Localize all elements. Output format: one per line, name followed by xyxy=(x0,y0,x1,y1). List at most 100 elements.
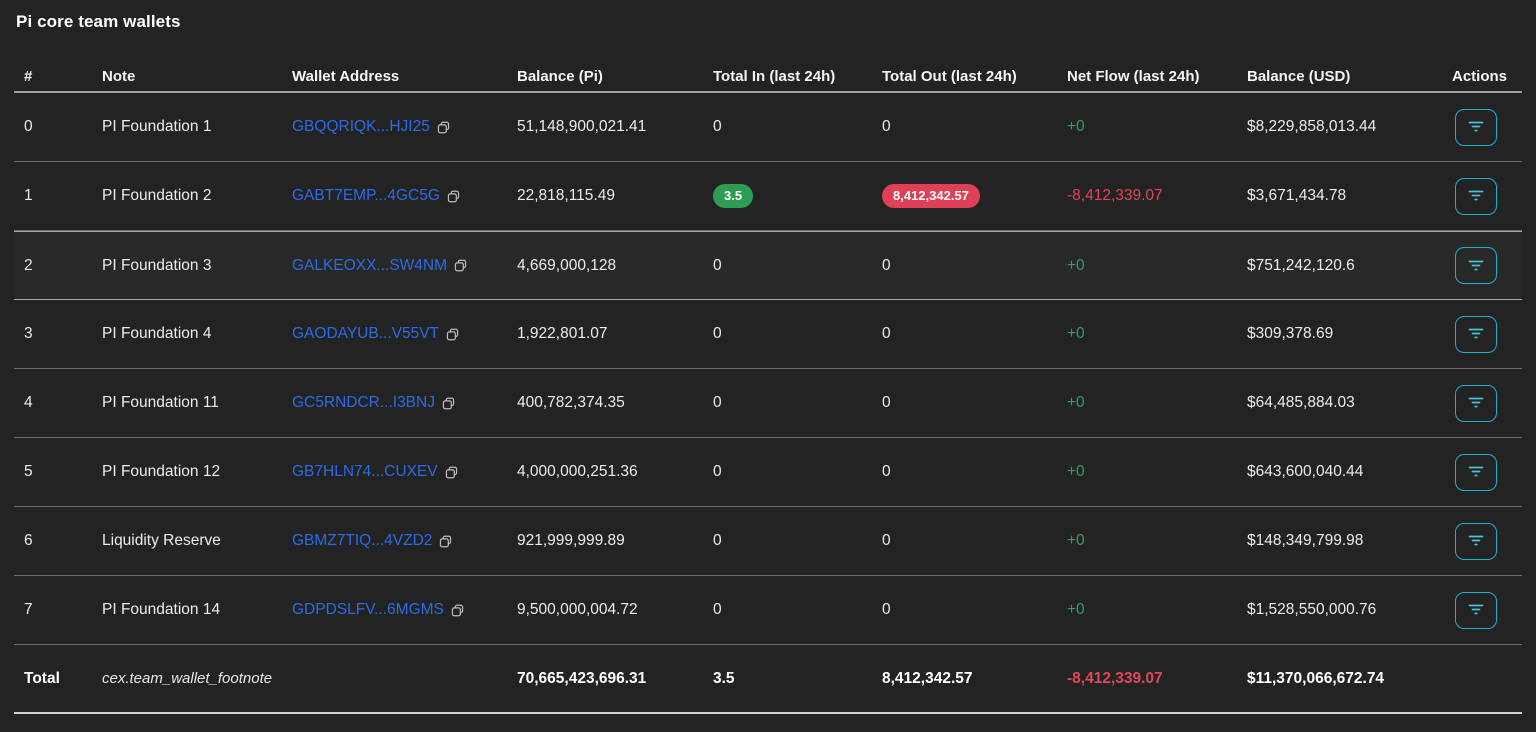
copy-address-button[interactable] xyxy=(438,534,453,549)
total-out-value: 0 xyxy=(882,256,891,274)
cell-net-flow: +0 xyxy=(1057,231,1237,300)
wallet-note: PI Foundation 12 xyxy=(102,463,221,480)
wallet-address-link[interactable]: GBMZ7TIQ...4VZD2 xyxy=(292,532,432,550)
wallet-address-link[interactable]: GC5RNDCR...I3BNJ xyxy=(292,394,435,412)
copy-address-button[interactable] xyxy=(444,465,459,480)
total-in-value: 3.5 xyxy=(713,184,754,208)
table-row: 4 PI Foundation 11 GC5RNDCR...I3BNJ 400,… xyxy=(14,369,1522,438)
column-header-balance-usd: Balance (USD) xyxy=(1237,61,1442,93)
row-index: 4 xyxy=(24,394,33,411)
wallet-note: PI Foundation 2 xyxy=(102,187,212,204)
balance-usd-value: $751,242,120.6 xyxy=(1247,256,1355,274)
balance-pi-value: 4,669,000,128 xyxy=(517,256,617,274)
wallet-actions-button[interactable] xyxy=(1455,247,1497,284)
cell-note: PI Foundation 4 xyxy=(92,300,282,369)
cell-wallet: GALKEOXX...SW4NM xyxy=(282,231,507,300)
copy-icon xyxy=(447,190,460,202)
copy-address-button[interactable] xyxy=(453,258,468,273)
cell-actions xyxy=(1442,369,1522,438)
total-balance-pi: 70,665,423,696.31 xyxy=(507,645,703,714)
balance-usd-value: $643,600,040.44 xyxy=(1247,463,1364,480)
filter-icon xyxy=(1468,397,1484,408)
balance-usd-value: $3,671,434.78 xyxy=(1247,187,1347,204)
cell-balance-pi: 1,922,801.07 xyxy=(507,300,703,369)
copy-address-button[interactable] xyxy=(450,603,465,618)
table-header-row: # Note Wallet Address Balance (Pi) Total… xyxy=(14,61,1522,93)
wallet-actions-button[interactable] xyxy=(1455,522,1497,560)
wallet-address-link[interactable]: GDPDSLFV...6MGMS xyxy=(292,601,444,619)
cell-note: PI Foundation 14 xyxy=(92,576,282,645)
cell-index: 0 xyxy=(14,93,92,162)
cell-balance-usd: $309,378.69 xyxy=(1237,300,1442,369)
wallet-actions-button[interactable] xyxy=(1455,108,1497,146)
copy-icon xyxy=(440,535,452,547)
total-footnote: cex.team_wallet_footnote xyxy=(102,669,273,687)
table-row: 6 Liquidity Reserve GBMZ7TIQ...4VZD2 921… xyxy=(14,507,1522,576)
cell-wallet: GABT7EMP...4GC5G xyxy=(282,162,507,231)
wallet-address-link[interactable]: GALKEOXX...SW4NM xyxy=(292,257,447,275)
copy-address-button[interactable] xyxy=(446,189,461,204)
copy-icon xyxy=(454,259,467,272)
total-label: Total xyxy=(14,645,92,714)
filter-icon xyxy=(1468,328,1484,339)
wallet-address-link[interactable]: GB7HLN74...CUXEV xyxy=(292,463,438,481)
cell-wallet: GBMZ7TIQ...4VZD2 xyxy=(282,507,507,576)
cell-balance-pi: 22,818,115.49 xyxy=(507,162,703,231)
copy-address-button[interactable] xyxy=(436,120,451,135)
net-flow-value: +0 xyxy=(1067,256,1085,274)
cell-net-flow: +0 xyxy=(1057,93,1237,162)
total-balance-usd: $11,370,066,672.74 xyxy=(1237,645,1442,714)
cell-balance-pi: 9,500,000,004.72 xyxy=(507,576,703,645)
page: Pi core team wallets # Note Wallet Addre… xyxy=(0,0,1536,714)
wallet-actions-button[interactable] xyxy=(1455,384,1497,422)
row-index: 3 xyxy=(24,325,33,342)
wallet-actions-button[interactable] xyxy=(1455,453,1497,491)
cell-balance-usd: $3,671,434.78 xyxy=(1237,162,1442,231)
copy-icon xyxy=(442,397,455,409)
cell-note: Liquidity Reserve xyxy=(92,507,282,576)
balance-pi-value: 1,922,801.07 xyxy=(517,325,608,342)
row-index: 0 xyxy=(24,118,33,135)
total-in-value: 0 xyxy=(713,325,722,342)
wallet-address-link[interactable]: GAODAYUB...V55VT xyxy=(292,325,439,343)
total-out: 8,412,342.57 xyxy=(872,645,1057,714)
cell-total-in: 0 xyxy=(703,576,872,645)
total-out-value: 0 xyxy=(882,325,891,342)
wallet-note: PI Foundation 11 xyxy=(102,394,219,411)
cell-index: 4 xyxy=(14,369,92,438)
total-out-value: 0 xyxy=(882,532,891,549)
wallet-address-link[interactable]: GBQQRIQK...HJI25 xyxy=(292,118,430,136)
cell-total-out: 0 xyxy=(872,438,1057,507)
copy-address-button[interactable] xyxy=(445,327,460,342)
copy-icon xyxy=(445,466,457,478)
copy-address-button[interactable] xyxy=(441,396,456,411)
page-title: Pi core team wallets xyxy=(16,12,181,31)
cell-net-flow: +0 xyxy=(1057,300,1237,369)
cell-balance-pi: 921,999,999.89 xyxy=(507,507,703,576)
cell-note: PI Foundation 12 xyxy=(92,438,282,507)
wallet-actions-button[interactable] xyxy=(1455,315,1497,353)
cell-wallet: GBQQRIQK...HJI25 xyxy=(282,93,507,162)
wallet-actions-button[interactable] xyxy=(1455,177,1497,215)
total-out-value: 0 xyxy=(882,118,891,135)
table-row: 5 PI Foundation 12 GB7HLN74...CUXEV 4,00… xyxy=(14,438,1522,507)
wallet-address-link[interactable]: GABT7EMP...4GC5G xyxy=(292,187,440,205)
cell-total-in: 3.5 xyxy=(703,162,872,231)
cell-actions xyxy=(1442,231,1522,300)
copy-icon xyxy=(446,328,459,340)
filter-icon xyxy=(1468,260,1484,270)
balance-pi-value: 51,148,900,021.41 xyxy=(517,118,647,135)
total-out-value: 0 xyxy=(882,463,891,480)
cell-total-in: 0 xyxy=(703,369,872,438)
balance-usd-value: $64,485,884.03 xyxy=(1247,394,1355,411)
cell-actions xyxy=(1442,300,1522,369)
table-row: 2 PI Foundation 3 GALKEOXX...SW4NM 4,669… xyxy=(14,231,1522,300)
balance-usd-value: $309,378.69 xyxy=(1247,325,1334,342)
wallet-actions-button[interactable] xyxy=(1455,591,1497,629)
cell-note: PI Foundation 11 xyxy=(92,369,282,438)
total-wallet-cell xyxy=(282,645,507,714)
cell-wallet: GAODAYUB...V55VT xyxy=(282,300,507,369)
total-out-value: 0 xyxy=(882,601,891,618)
table-body: 0 PI Foundation 1 GBQQRIQK...HJI25 51,14… xyxy=(14,93,1522,645)
net-flow-value: +0 xyxy=(1067,394,1085,411)
